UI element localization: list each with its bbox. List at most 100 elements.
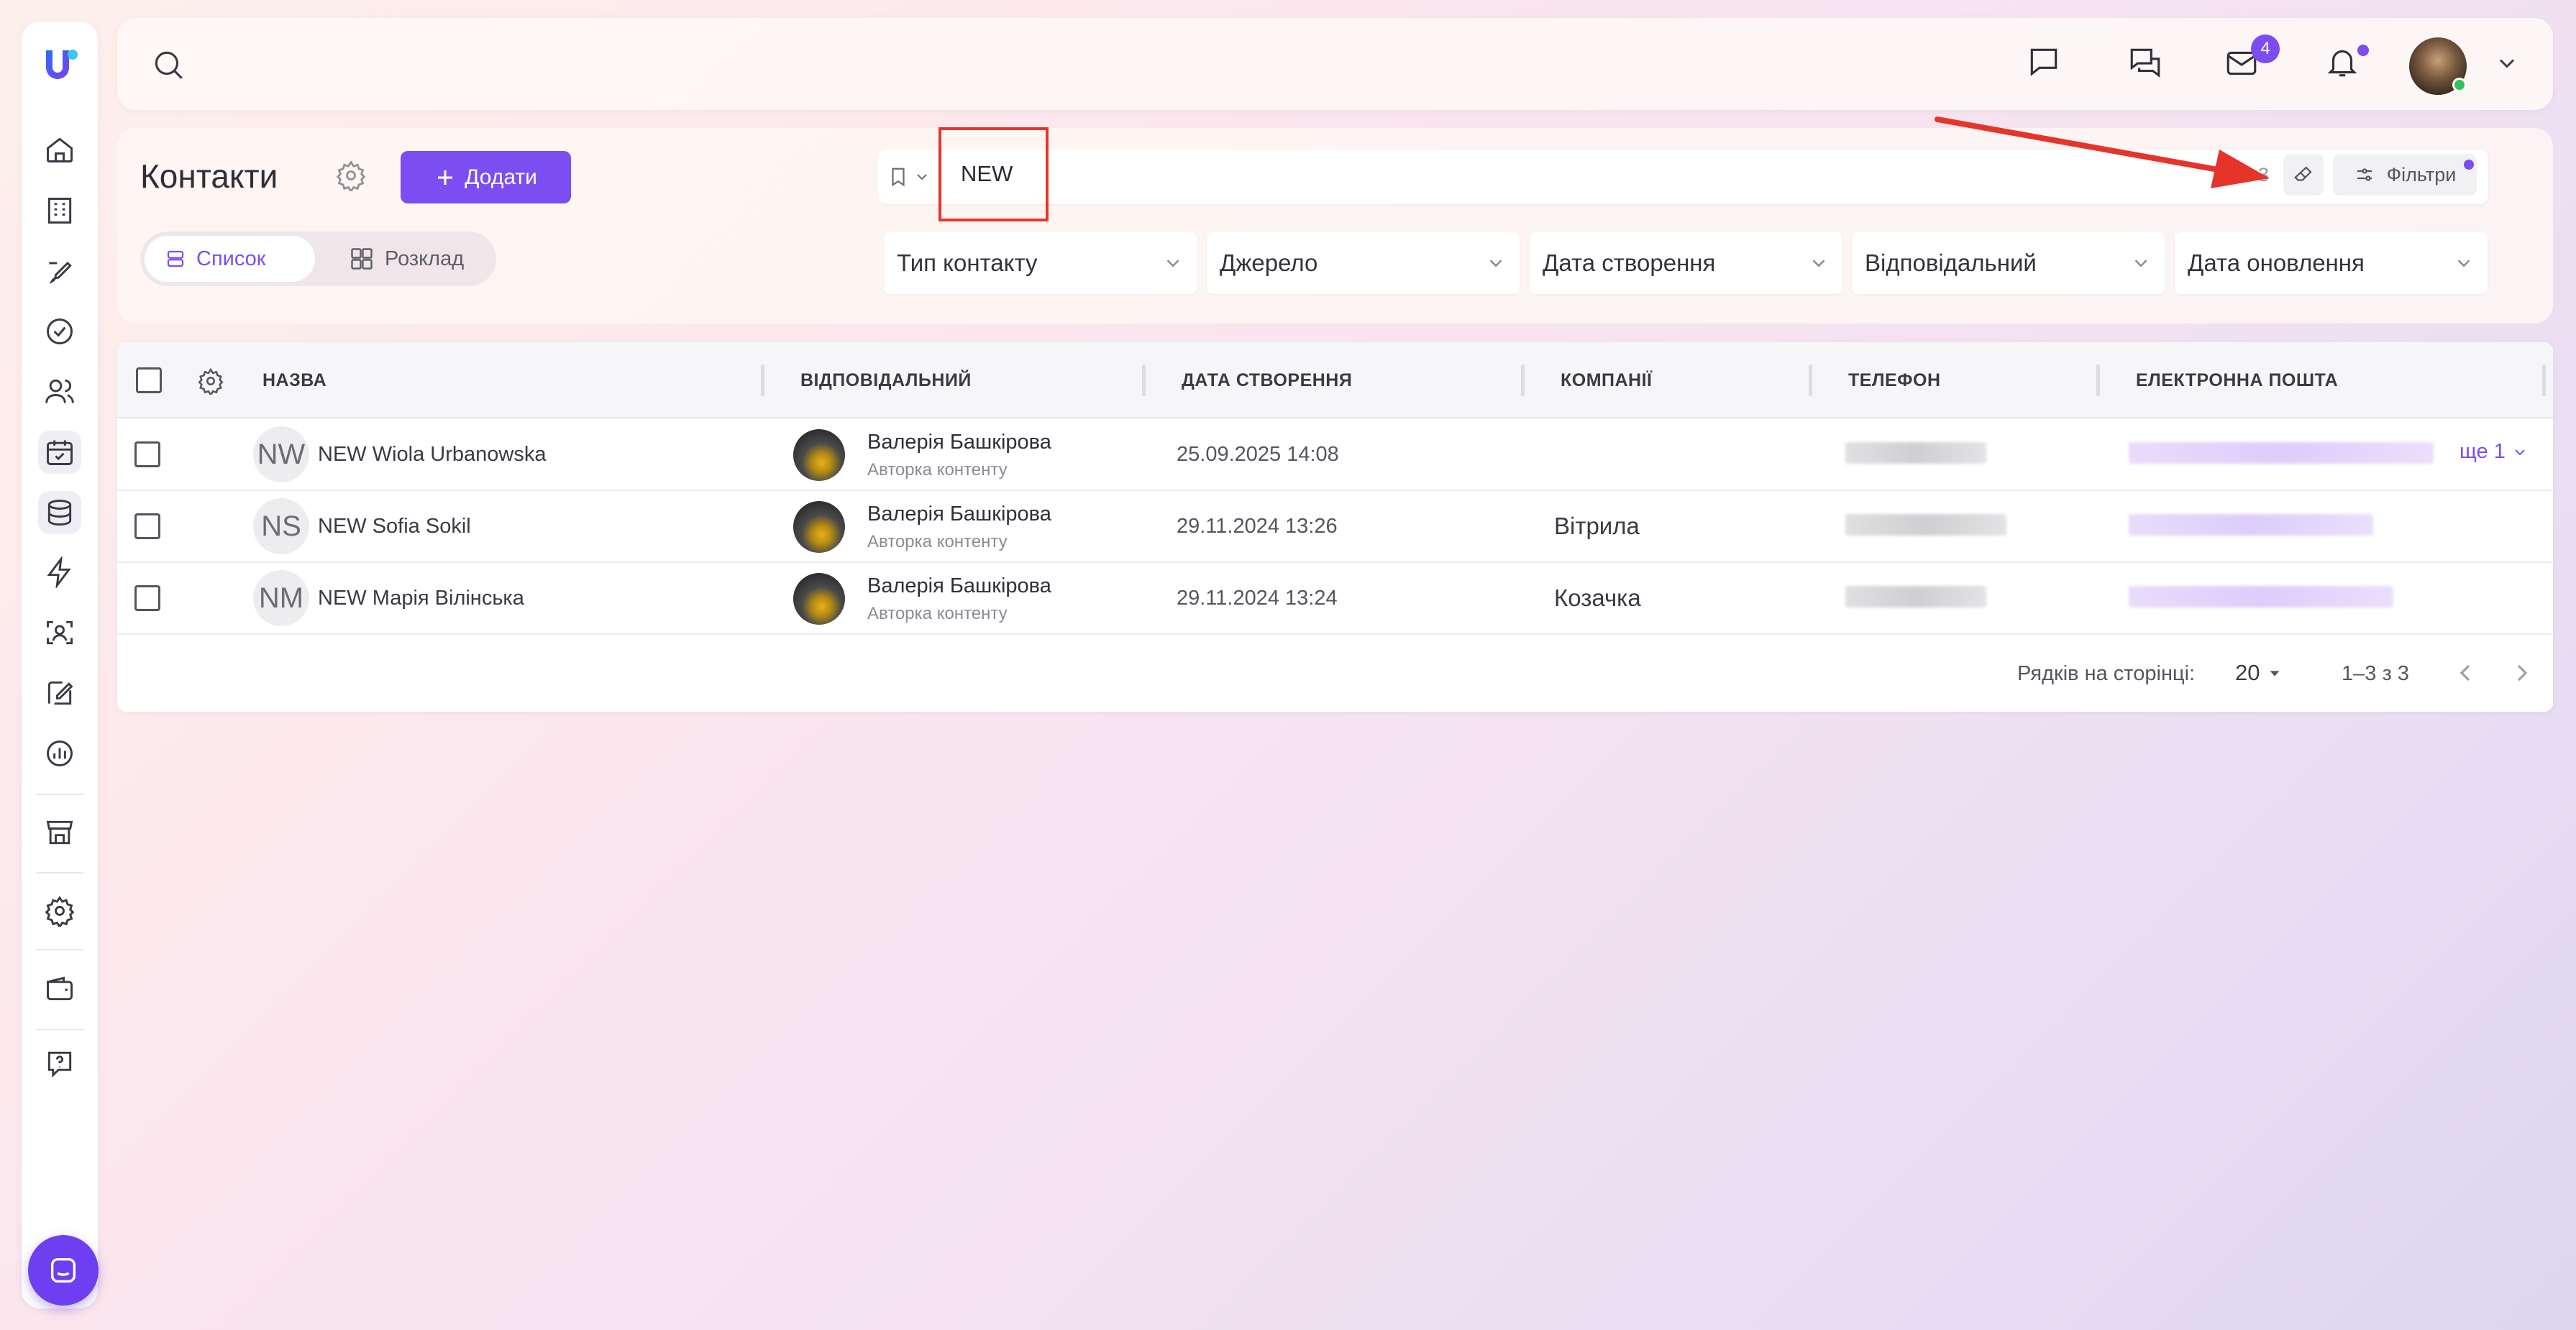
filters-active-dot bbox=[2464, 160, 2474, 170]
chevron-down-icon bbox=[2515, 449, 2525, 455]
created-date: 29.11.2024 13:24 bbox=[1177, 587, 1338, 610]
sidebar-divider bbox=[36, 872, 83, 873]
clear-search-button[interactable] bbox=[2283, 154, 2324, 196]
more-emails-label: ще 1 bbox=[2459, 440, 2506, 463]
company-name[interactable]: Козачка bbox=[1554, 584, 1641, 612]
filter-source[interactable]: Джерело bbox=[1207, 232, 1520, 294]
row-checkbox[interactable] bbox=[134, 513, 160, 539]
chevron-down-icon[interactable] bbox=[2494, 50, 2520, 76]
annotation-highlight-box bbox=[938, 127, 1049, 221]
column-header-companies[interactable]: КОМПАНІЇ bbox=[1561, 370, 1652, 391]
app-logo[interactable] bbox=[39, 45, 81, 86]
column-header-responsible[interactable]: ВІДПОВІДАЛЬНИЙ bbox=[800, 370, 972, 391]
help-icon[interactable] bbox=[38, 1042, 81, 1085]
edit-doc-icon[interactable] bbox=[38, 249, 81, 293]
database-icon[interactable] bbox=[38, 491, 81, 534]
tab-list-label: Список bbox=[196, 247, 266, 270]
filter-updated-date[interactable]: Дата оновлення bbox=[2175, 232, 2488, 294]
sidebar-divider bbox=[36, 1029, 83, 1030]
settings-icon[interactable] bbox=[38, 889, 81, 932]
column-header-email[interactable]: ЕЛЕКТРОННА ПОШТА bbox=[2136, 370, 2338, 391]
contact-name[interactable]: NEW Sofia Sokil bbox=[318, 515, 471, 538]
column-resizer[interactable] bbox=[2096, 364, 2100, 396]
filter-contact-type[interactable]: Тип контакту bbox=[884, 232, 1197, 294]
contact-name[interactable]: NEW Wiola Urbanowska bbox=[318, 443, 546, 467]
saved-filters-button[interactable] bbox=[887, 160, 938, 194]
gear-icon[interactable] bbox=[335, 160, 367, 191]
row-divider bbox=[117, 490, 2553, 491]
filter-responsible-label: Відповідальний bbox=[1865, 249, 2037, 276]
column-resizer[interactable] bbox=[1142, 364, 1146, 396]
wallet-icon[interactable] bbox=[38, 967, 81, 1010]
sliders-icon bbox=[2357, 168, 2372, 181]
filters-button[interactable]: Фільтри bbox=[2333, 154, 2477, 196]
column-resizer[interactable] bbox=[2542, 364, 2546, 396]
responsible-name: Валерія Башкірова bbox=[867, 431, 1051, 454]
contact-avatar: NW bbox=[253, 426, 309, 482]
select-all-checkbox[interactable] bbox=[136, 367, 162, 393]
phone-redacted bbox=[1845, 442, 1986, 464]
filter-source-label: Джерело bbox=[1220, 249, 1318, 276]
column-resizer[interactable] bbox=[1809, 364, 1812, 396]
chevron-down-icon bbox=[917, 174, 927, 180]
chat-bubble-icon[interactable] bbox=[2026, 44, 2065, 83]
store-icon[interactable] bbox=[38, 811, 81, 854]
phone-redacted bbox=[1845, 586, 1986, 607]
tab-schedule-label: Розклад bbox=[385, 247, 465, 270]
column-resizer[interactable] bbox=[1521, 364, 1525, 396]
columns-settings-icon[interactable] bbox=[197, 367, 224, 395]
chevron-down-icon bbox=[2457, 260, 2470, 267]
row-checkbox[interactable] bbox=[134, 585, 160, 611]
column-header-phone[interactable]: ТЕЛЕФОН bbox=[1848, 370, 1941, 391]
mail-count-badge: 4 bbox=[2251, 35, 2280, 63]
responsible-avatar bbox=[793, 501, 845, 553]
rows-per-page-select[interactable]: 20 bbox=[2235, 660, 2283, 686]
users-icon[interactable] bbox=[38, 370, 81, 413]
more-emails-link[interactable]: ще 1 bbox=[2459, 440, 2529, 464]
page-title: Контакти bbox=[140, 157, 278, 195]
chevron-down-icon bbox=[1166, 260, 1179, 267]
search-icon[interactable] bbox=[150, 47, 186, 83]
check-circle-icon[interactable] bbox=[38, 310, 81, 353]
support-chat-button[interactable] bbox=[28, 1235, 99, 1306]
responsible-avatar bbox=[793, 573, 845, 625]
filter-updated-date-label: Дата оновлення bbox=[2188, 249, 2365, 276]
home-icon[interactable] bbox=[38, 128, 81, 171]
eraser-icon bbox=[2294, 166, 2312, 181]
column-resizer[interactable] bbox=[761, 364, 764, 396]
previous-page-button[interactable] bbox=[2451, 659, 2480, 687]
chart-circle-icon[interactable] bbox=[38, 732, 81, 775]
conversations-icon[interactable] bbox=[2127, 44, 2166, 83]
filter-created-date-label: Дата створення bbox=[1543, 249, 1716, 276]
lightning-icon[interactable] bbox=[38, 551, 81, 594]
tab-list[interactable]: Список bbox=[145, 236, 315, 282]
building-icon[interactable] bbox=[38, 189, 81, 232]
pencil-note-icon[interactable] bbox=[38, 671, 81, 715]
row-divider bbox=[117, 633, 2553, 635]
grid-icon bbox=[351, 248, 373, 270]
column-header-name[interactable]: НАЗВА bbox=[262, 370, 326, 391]
online-status-dot bbox=[2452, 78, 2467, 92]
rows-per-page-value: 20 bbox=[2235, 660, 2260, 685]
company-name[interactable]: Вітрила bbox=[1554, 513, 1640, 540]
add-button-label: Додати bbox=[465, 165, 537, 189]
contact-name[interactable]: NEW Марія Вілінська bbox=[318, 587, 524, 610]
filters-label: Фільтри bbox=[2386, 163, 2457, 185]
scan-user-icon[interactable] bbox=[38, 611, 81, 654]
email-redacted bbox=[2129, 442, 2434, 464]
pagination-range: 1–3 з 3 bbox=[2342, 662, 2409, 685]
column-header-created[interactable]: ДАТА СТВОРЕННЯ bbox=[1182, 370, 1352, 391]
filter-created-date[interactable]: Дата створення bbox=[1530, 232, 1842, 294]
tab-schedule[interactable]: Розклад bbox=[329, 236, 484, 282]
filter-responsible[interactable]: Відповідальний bbox=[1852, 232, 2165, 294]
responsible-role: Авторка контенту bbox=[867, 604, 1008, 623]
top-bar bbox=[117, 18, 2553, 110]
plus-icon bbox=[438, 170, 453, 185]
next-page-button[interactable] bbox=[2508, 659, 2536, 687]
sidebar-divider bbox=[36, 794, 83, 795]
add-contact-button[interactable]: Додати bbox=[401, 151, 571, 203]
calendar-check-icon[interactable] bbox=[38, 431, 81, 474]
chevron-down-icon bbox=[1812, 260, 1825, 267]
row-divider bbox=[117, 561, 2553, 563]
row-checkbox[interactable] bbox=[134, 441, 160, 467]
